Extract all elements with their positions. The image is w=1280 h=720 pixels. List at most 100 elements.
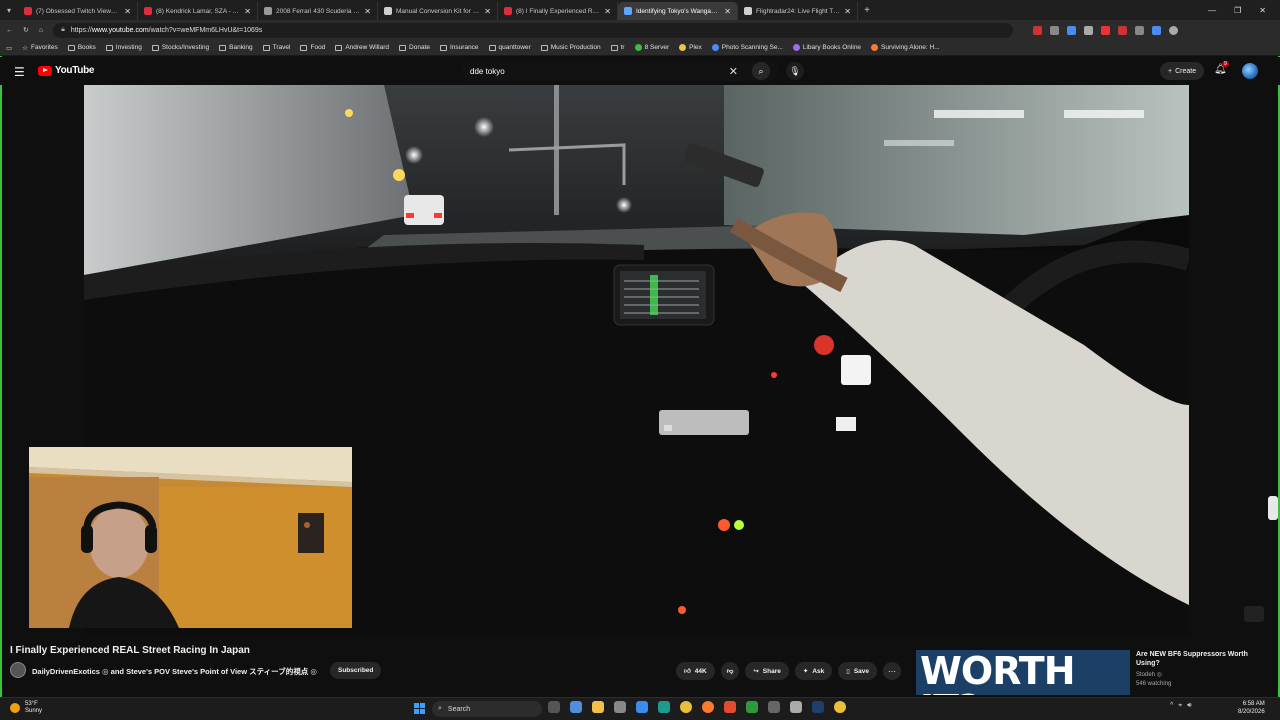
bookmark-item[interactable]: ☆ Favorites bbox=[22, 44, 58, 52]
bookmark-item[interactable]: quanttower bbox=[488, 44, 531, 51]
bookmark-label: tr bbox=[620, 44, 625, 51]
microphone-icon[interactable]: 🎙︎ bbox=[786, 62, 804, 80]
store-icon[interactable] bbox=[636, 701, 648, 713]
recommended-title[interactable]: Are NEW BF6 Suppressors Worth Using? bbox=[1136, 650, 1266, 669]
extension-icon[interactable] bbox=[1101, 25, 1111, 35]
close-tab-icon[interactable]: ✕ bbox=[724, 7, 731, 16]
location-icon[interactable]: ⌖ bbox=[1178, 702, 1182, 710]
profile-icon[interactable] bbox=[1169, 25, 1179, 35]
chrome-icon[interactable] bbox=[834, 701, 846, 713]
volume-icon[interactable]: 🔊︎ bbox=[1187, 702, 1191, 710]
fullscreen-share-icon[interactable] bbox=[1244, 606, 1264, 622]
extension-icon[interactable] bbox=[1084, 25, 1094, 35]
browser-tab[interactable]: Flightradar24: Live Flight Tracker ✕ bbox=[738, 2, 858, 20]
browser-tab[interactable]: 2008 Ferrari 430 Scuderia 6-Spee ✕ bbox=[258, 2, 378, 20]
bookmark-item[interactable]: Investing bbox=[105, 44, 142, 51]
bookmark-label: Food bbox=[310, 44, 326, 51]
dislike-button[interactable]: 👎︎ bbox=[720, 662, 740, 680]
chrome-icon[interactable] bbox=[680, 701, 692, 713]
tab-actions-icon[interactable]: ▾ bbox=[0, 0, 18, 20]
steam-icon[interactable] bbox=[812, 701, 824, 713]
bookmark-item[interactable]: Surviving Alone: H... bbox=[871, 44, 940, 51]
hamburger-menu-icon[interactable]: ☰ bbox=[14, 65, 25, 79]
bookmark-item[interactable]: Travel bbox=[262, 44, 290, 51]
bookmark-toggle-icon[interactable]: ▭ bbox=[6, 44, 12, 52]
channel-name[interactable]: DailyDrivenExotics ◎ and Steve's POV Ste… bbox=[32, 666, 317, 677]
close-tab-icon[interactable]: ✕ bbox=[844, 7, 851, 16]
edge-icon[interactable] bbox=[658, 701, 670, 713]
bookmark-item[interactable]: Music Production bbox=[540, 44, 601, 51]
recommended-thumbnail[interactable]: WORTH IT? bbox=[916, 650, 1130, 695]
browser-tab[interactable]: (8) I Finally Experienced REAL Stre ✕ bbox=[498, 2, 618, 20]
bookmark-item[interactable]: Books bbox=[67, 44, 96, 51]
bookmark-item[interactable]: Banking bbox=[219, 44, 253, 51]
widgets-icon[interactable] bbox=[570, 701, 582, 713]
brave-icon[interactable] bbox=[724, 701, 736, 713]
file-explorer-icon[interactable] bbox=[592, 701, 604, 713]
show-hidden-icon[interactable]: ^ bbox=[1170, 702, 1173, 710]
browser-tab[interactable]: Manual Conversion Kit for Ferrari✕ bbox=[378, 2, 498, 20]
clear-search-icon[interactable]: ✕ bbox=[729, 65, 738, 78]
app-icon[interactable] bbox=[768, 701, 780, 713]
recommended-channel[interactable]: Stodeh ◎ bbox=[1136, 671, 1162, 678]
app-icon[interactable] bbox=[790, 701, 802, 713]
search-icon[interactable]: ⌕ bbox=[752, 62, 770, 80]
bookmark-item[interactable]: Libary Books Online bbox=[792, 44, 861, 51]
calculator-icon[interactable] bbox=[614, 701, 626, 713]
side-widget-icon[interactable] bbox=[1268, 496, 1278, 520]
create-button[interactable]: + Create bbox=[1160, 62, 1205, 80]
extension-icon[interactable] bbox=[1118, 25, 1128, 35]
copilot-icon[interactable] bbox=[1152, 25, 1162, 35]
like-button[interactable]: 👍︎ 44K bbox=[676, 662, 715, 680]
url-bar[interactable]: 🔒︎ https://www.youtube.com/watch?v=weMFM… bbox=[53, 22, 1014, 38]
bookmark-item[interactable]: 8 Server bbox=[634, 44, 669, 51]
close-tab-icon[interactable]: ✕ bbox=[124, 7, 131, 16]
extension-icon[interactable] bbox=[1135, 25, 1145, 35]
bookmark-item[interactable]: Food bbox=[300, 44, 325, 51]
save-button[interactable]: ▯ Save bbox=[838, 662, 878, 680]
close-window-icon[interactable]: ✕ bbox=[1259, 6, 1266, 15]
task-view-icon[interactable] bbox=[548, 701, 560, 713]
bookmark-item[interactable]: Plex bbox=[679, 44, 702, 51]
firefox-icon[interactable] bbox=[702, 701, 714, 713]
bookmark-item[interactable]: Andrew Willard bbox=[335, 44, 389, 51]
browser-tab[interactable]: (7) Obsessed Twitch Viewer Arres ✕ bbox=[18, 2, 138, 20]
bookmark-item[interactable]: Insurance bbox=[440, 44, 479, 51]
bookmark-item[interactable]: Stocks/Investing bbox=[151, 44, 209, 51]
extension-icon[interactable] bbox=[1050, 25, 1060, 35]
back-icon[interactable]: ← bbox=[6, 27, 13, 34]
close-tab-icon[interactable]: ✕ bbox=[484, 7, 491, 16]
extension-icon[interactable] bbox=[1067, 25, 1077, 35]
new-tab-button[interactable]: + bbox=[858, 5, 876, 16]
browser-tab[interactable]: (8) Kendrick Lamar, SZA - All The ✕ bbox=[138, 2, 258, 20]
taskbar-search[interactable]: ⌕ Search bbox=[432, 701, 542, 717]
windows-start-icon[interactable] bbox=[414, 703, 425, 714]
system-clock[interactable]: 6:58 AM 8/20/2026 bbox=[1238, 701, 1265, 717]
bookmark-item[interactable]: Photo Scanning Se... bbox=[711, 44, 783, 51]
home-icon[interactable]: ⌂ bbox=[39, 27, 43, 34]
share-button[interactable]: ↪ Share bbox=[745, 662, 789, 680]
address-toolbar: ← ↻ ⌂ 🔒︎ https://www.youtube.com/watch?v… bbox=[0, 20, 1280, 40]
close-tab-icon[interactable]: ✕ bbox=[604, 7, 611, 16]
search-box[interactable]: dde tokyo ✕ ⌕ bbox=[462, 61, 778, 81]
restore-icon[interactable]: ❐ bbox=[1234, 6, 1241, 15]
close-tab-icon[interactable]: ✕ bbox=[364, 7, 371, 16]
search-input[interactable]: dde tokyo bbox=[470, 67, 729, 76]
extension-icon[interactable] bbox=[1033, 25, 1043, 35]
bookmark-item[interactable]: tr bbox=[610, 44, 625, 51]
ask-button[interactable]: ✦ Ask bbox=[794, 662, 833, 680]
account-avatar[interactable] bbox=[1242, 63, 1258, 79]
weather-widget[interactable]: 53°F Sunny bbox=[10, 701, 42, 715]
channel-avatar[interactable] bbox=[10, 662, 26, 678]
bookmark-item[interactable]: Donate bbox=[399, 44, 430, 51]
close-tab-icon[interactable]: ✕ bbox=[244, 7, 251, 16]
more-actions-icon[interactable]: ⋯ bbox=[883, 662, 902, 680]
refresh-icon[interactable]: ↻ bbox=[23, 26, 29, 34]
browser-tab[interactable]: Identifying Tokyo's Wangan Expe✕ bbox=[618, 2, 738, 20]
subscribed-button[interactable]: Subscribed bbox=[330, 662, 382, 679]
bookmark-label: Investing bbox=[115, 44, 142, 51]
minimize-icon[interactable]: — bbox=[1208, 6, 1216, 15]
xbox-icon[interactable] bbox=[746, 701, 758, 713]
youtube-logo[interactable]: YouTube bbox=[38, 65, 95, 76]
lock-icon[interactable]: 🔒︎ bbox=[61, 26, 65, 34]
